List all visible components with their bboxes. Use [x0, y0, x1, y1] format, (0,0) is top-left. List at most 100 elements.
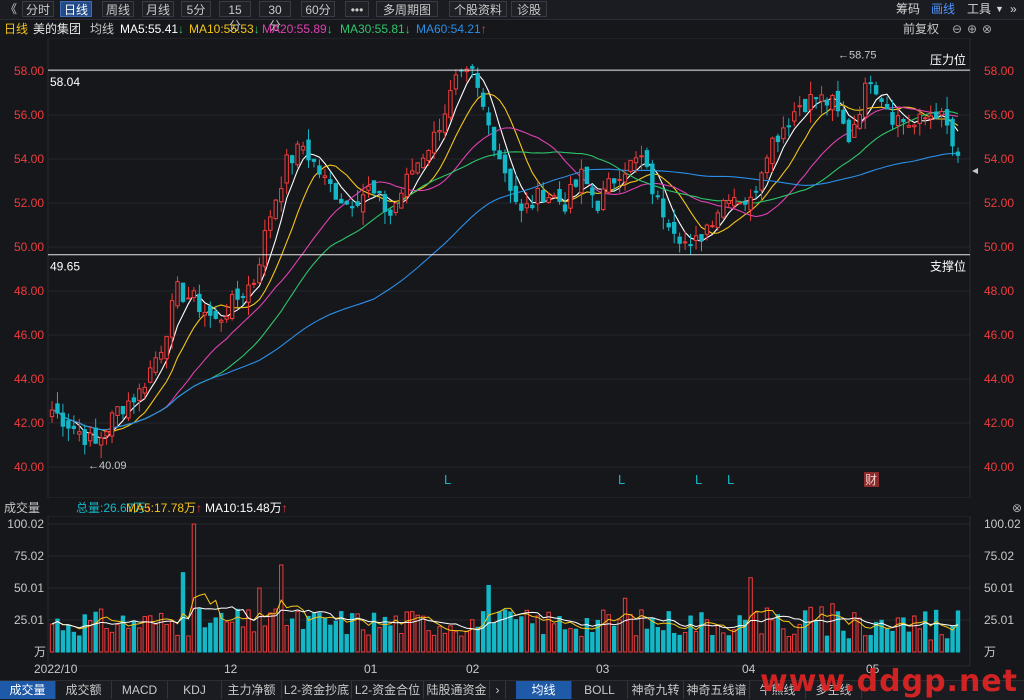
volume-bar — [453, 631, 459, 653]
x-axis-label: 02 — [466, 662, 480, 676]
candle-body — [158, 351, 164, 360]
tab-daily[interactable]: 日线 — [60, 1, 92, 17]
resistance-label: 压力位 — [930, 52, 966, 67]
tab-northbound[interactable]: 陆股通资金 — [424, 681, 490, 699]
tab-intraday[interactable]: 分时 — [22, 1, 54, 17]
volume-bar — [633, 635, 639, 653]
volume-bar — [541, 634, 546, 653]
candle-body — [491, 126, 497, 151]
volume-bar — [611, 625, 617, 653]
tab-15min[interactable]: 15分 — [219, 1, 251, 33]
tab-l2-position[interactable]: L2-资金合位 — [352, 681, 424, 699]
candle-body — [377, 190, 382, 194]
tools-dropdown-icon[interactable]: ▼ — [995, 1, 1004, 17]
stock-profile-button[interactable]: 个股资料 — [449, 1, 507, 17]
volume-bar — [175, 634, 180, 653]
candle-body — [633, 157, 639, 164]
candle-body — [682, 241, 688, 244]
tools-button[interactable]: 工具 — [967, 1, 991, 17]
volume-bar — [475, 626, 480, 653]
collapse-icon[interactable]: » — [1010, 1, 1017, 17]
diagnose-button[interactable]: 诊股 — [511, 1, 547, 17]
ma10-value: MA10:55.53↓ — [189, 22, 260, 36]
tab-volume[interactable]: 成交量 — [0, 681, 56, 699]
volume-bar — [912, 615, 917, 653]
candle-body — [710, 225, 715, 228]
volume-bar — [431, 634, 437, 653]
volume-bar — [939, 634, 944, 653]
tab-weekly[interactable]: 周线 — [102, 1, 134, 17]
volume-ma5: MA5:17.78万↑ — [126, 501, 203, 515]
volume-bar — [863, 635, 868, 653]
candle-body — [835, 90, 841, 112]
volume-title[interactable]: 成交量 — [4, 500, 40, 516]
candle-body — [562, 204, 568, 212]
candle-body — [524, 203, 530, 209]
candle-body — [339, 198, 344, 204]
ma60-value: MA60:54.21↑ — [416, 22, 487, 36]
candle-body — [863, 82, 868, 118]
candle-body — [49, 409, 55, 418]
tab-boll[interactable]: BOLL — [572, 681, 628, 699]
close-icon[interactable]: ⊗ — [982, 20, 992, 38]
tab-monthly[interactable]: 月线 — [142, 1, 174, 17]
candle-body — [688, 244, 693, 247]
tab-magic-nine[interactable]: 神奇九转 — [628, 681, 684, 699]
tab-macd[interactable]: MACD — [112, 681, 168, 699]
volume-y-label-right: 25.01 — [984, 613, 1014, 627]
tabs-scroll-right[interactable]: › — [490, 681, 506, 699]
candle-body — [513, 185, 519, 202]
draw-line-button[interactable]: 画线 — [931, 1, 955, 17]
current-price-pointer — [972, 168, 978, 174]
tab-60min[interactable]: 60分 — [301, 1, 335, 17]
down-arrow-icon: ↓ — [326, 22, 333, 36]
ma-label[interactable]: 均线 — [90, 20, 114, 38]
volume-chart[interactable]: 100.02 100.02 75.02 75.02 50.01 50.01 25.01 25.… — [0, 516, 1024, 680]
more-button[interactable]: ••• — [345, 1, 369, 17]
candle-body — [715, 212, 721, 228]
volume-close-icon[interactable]: ⊗ — [1012, 500, 1022, 516]
volume-bar — [240, 626, 246, 653]
candle-body — [906, 125, 912, 128]
x-axis-label: 04 — [742, 662, 756, 676]
volume-bar — [93, 611, 98, 653]
down-arrow-icon: ↓ — [253, 22, 260, 36]
tab-5min[interactable]: 5分 — [181, 1, 211, 17]
tab-ma[interactable]: 均线 — [516, 681, 572, 699]
ma30-value: MA30:55.81↓ — [340, 22, 411, 36]
tab-main-net[interactable]: 主力净额 — [222, 681, 282, 699]
tab-l2-bottom[interactable]: L2-资金抄底 — [282, 681, 352, 699]
remove-icon[interactable]: ⊖ — [952, 20, 962, 38]
volume-bar — [797, 623, 802, 653]
tab-turnover[interactable]: 成交额 — [56, 681, 112, 699]
volume-bar — [868, 634, 873, 653]
volume-bar — [835, 611, 841, 653]
candle-body — [579, 168, 584, 194]
adjust-button[interactable]: 前复权 — [903, 20, 939, 38]
multi-period-button[interactable]: 多周期图 — [376, 1, 438, 17]
candle-body — [284, 154, 289, 184]
y-axis-label-left: 50.00 — [14, 240, 44, 254]
candle-body — [732, 197, 737, 207]
tab-kdj[interactable]: KDJ — [168, 681, 222, 699]
volume-bar — [153, 623, 158, 653]
back-button[interactable]: 《 — [2, 1, 17, 17]
up-arrow-icon: ↑ — [480, 22, 487, 36]
candle-body — [802, 98, 808, 113]
candle-body — [584, 166, 590, 185]
tab-30min[interactable]: 30分 — [259, 1, 291, 33]
volume-bar — [426, 630, 431, 653]
candle-body — [650, 163, 655, 195]
signal-marker-l: L — [444, 472, 451, 487]
candlestick-chart[interactable]: 58.00 58.00 56.00 56.00 54.00 54.00 52.00 52.00… — [0, 38, 1024, 498]
candle-body — [104, 431, 109, 437]
candle-body — [442, 113, 448, 133]
add-icon[interactable]: ⊕ — [967, 20, 977, 38]
volume-bar — [753, 612, 759, 653]
volume-bar — [371, 612, 377, 653]
chips-button[interactable]: 筹码 — [896, 1, 920, 17]
volume-bar — [846, 638, 852, 653]
tab-magic-five[interactable]: 神奇五线谱 — [684, 681, 750, 699]
candle-body — [622, 173, 628, 183]
volume-bar — [360, 629, 366, 653]
